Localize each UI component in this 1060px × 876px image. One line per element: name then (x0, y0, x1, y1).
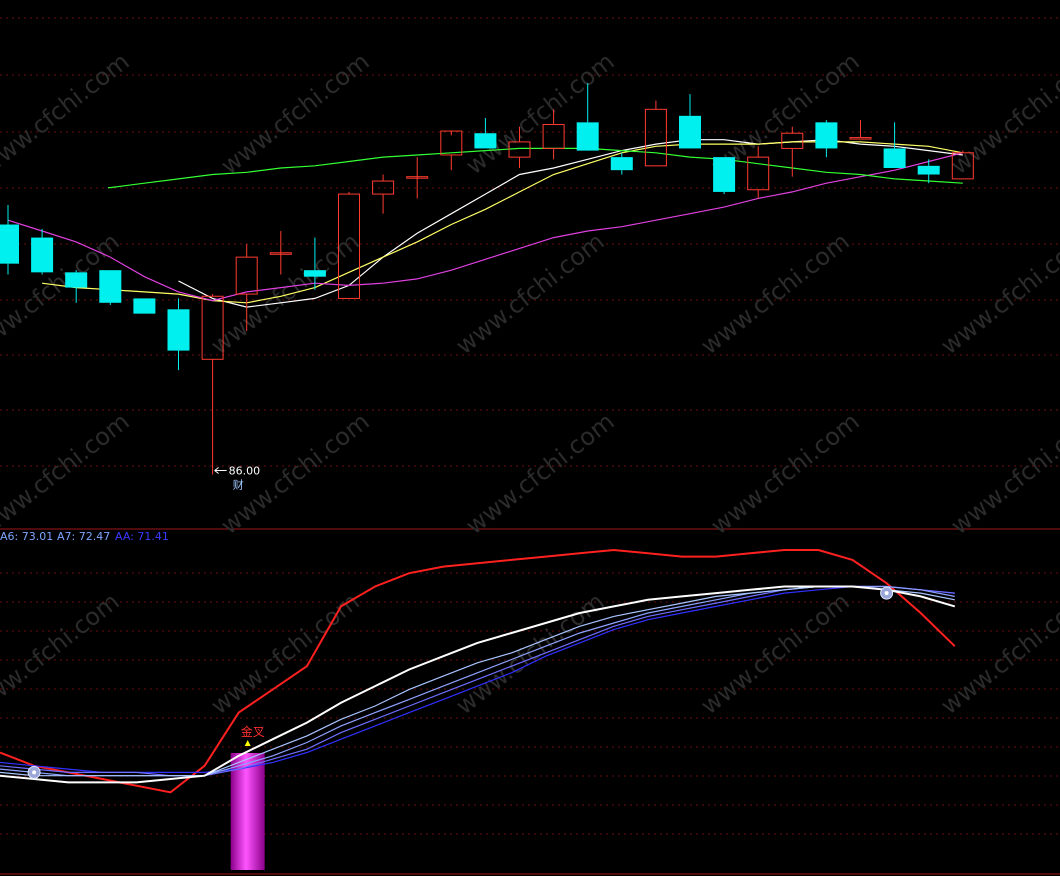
candle-body (679, 115, 701, 149)
candle (610, 152, 633, 175)
candle-body (31, 237, 54, 273)
candle (474, 118, 497, 149)
candle-body (303, 270, 326, 277)
candle (201, 294, 224, 475)
watermark-text: www.cfchi.com (0, 587, 125, 720)
candle (65, 270, 88, 303)
candle-body (815, 122, 838, 149)
watermark-text: www.cfchi.com (451, 587, 610, 720)
watermark-text: www.cfchi.com (461, 47, 620, 180)
indicator-label-aa: AA: 71.41 (115, 530, 169, 543)
golden-cross-arrow-icon (244, 740, 251, 746)
finance-marker-label: 财 (233, 478, 244, 492)
candle-body (610, 157, 633, 171)
candle-body (167, 309, 190, 351)
candle (815, 120, 838, 158)
candle (679, 94, 701, 149)
low-price-label: 86.00 (229, 465, 261, 478)
candle-body (542, 124, 565, 149)
candle-body (576, 122, 599, 151)
watermark-text: www.cfchi.com (706, 407, 865, 540)
candle (99, 270, 122, 305)
candle-body (65, 272, 88, 288)
candle (406, 157, 429, 199)
indicator-label-a6: A6: 73.01 (0, 530, 54, 543)
golden-cross-label: 金叉 (241, 724, 265, 739)
cross-marker-dot (32, 770, 37, 775)
watermark-text: www.cfchi.com (946, 407, 1060, 540)
candle (167, 298, 190, 371)
candle-body (235, 256, 258, 295)
candlestick-series (0, 83, 974, 475)
signal-bar (230, 753, 265, 870)
candle-body (474, 133, 497, 149)
candle-body (713, 157, 736, 192)
ma-line-1 (42, 141, 963, 304)
candle-body (0, 224, 19, 264)
indicator-label-a7: A7: 72.47 (57, 530, 111, 543)
watermark-text: www.cfchi.com (451, 227, 610, 360)
candle-body (917, 165, 940, 175)
watermark-text: www.cfchi.com (696, 227, 855, 360)
candle (440, 130, 463, 171)
candle-body (644, 108, 667, 167)
candle-body (883, 148, 906, 168)
candle (133, 298, 156, 314)
watermark-text: www.cfchi.com (0, 47, 135, 180)
watermark-text: www.cfchi.com (206, 227, 365, 360)
candle (849, 120, 872, 140)
watermark-text: www.cfchi.com (936, 227, 1060, 360)
watermark-text: www.cfchi.com (946, 47, 1060, 180)
candle (0, 204, 19, 275)
candle (713, 157, 736, 195)
watermark-text: www.cfchi.com (461, 407, 620, 540)
candle (269, 231, 292, 275)
ma-line-2 (7, 152, 963, 302)
watermark-text: www.cfchi.com (0, 407, 135, 540)
chart-canvas: www.cfchi.com www.cfchi.com www.cfchi.com w… (0, 17, 1060, 875)
candle (31, 228, 54, 275)
cross-marker-dot (884, 591, 889, 596)
candle-body (133, 298, 156, 314)
watermark-text: www.cfchi.com (216, 47, 375, 180)
candle-body (747, 156, 770, 191)
candle-body (849, 137, 872, 140)
watermark-text: www.cfchi.com (696, 587, 855, 720)
candle (372, 174, 395, 214)
candle-body (99, 270, 122, 303)
candle (644, 100, 667, 167)
